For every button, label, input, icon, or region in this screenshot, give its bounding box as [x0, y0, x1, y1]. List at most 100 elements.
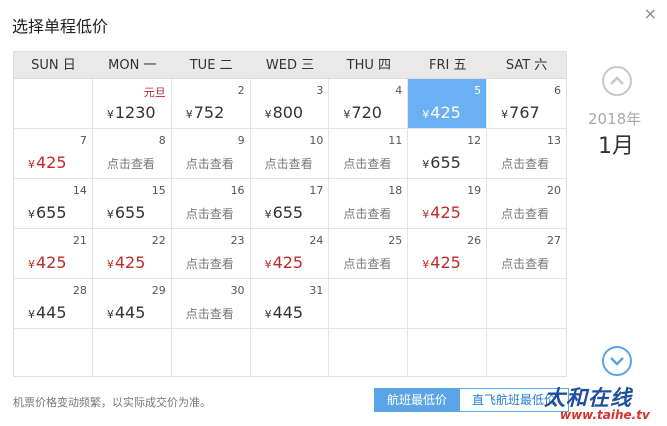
calendar-day-cell[interactable]: 29 ¥445 [92, 279, 172, 329]
calendar-day-cell [408, 279, 488, 329]
check-price-link[interactable]: 点击查看 [501, 255, 549, 272]
calendar-day-cell[interactable]: 13 点击查看 [487, 129, 566, 179]
check-price-link[interactable]: 点击查看 [186, 255, 234, 272]
day-number: 29 [151, 284, 166, 297]
weekday-thu: THU 四 [346, 58, 392, 73]
calendar-day-cell[interactable]: 27 点击查看 [487, 229, 566, 279]
weekday-header: SUN 日 MON 一 TUE 二 WED 三 THU 四 FRI 五 SAT … [14, 52, 566, 79]
day-number: 20 [546, 184, 561, 197]
next-month-button[interactable] [602, 346, 632, 376]
weekday-fri: FRI 五 [428, 58, 467, 73]
day-price: ¥425 [422, 203, 461, 222]
currency-symbol: ¥ [422, 208, 430, 221]
day-price: ¥655 [265, 203, 304, 222]
calendar-day-cell[interactable]: 28 ¥445 [14, 279, 93, 329]
calendar-day-cell[interactable]: 5 ¥425 [408, 79, 488, 129]
calendar-day-cell[interactable]: 26 ¥425 [408, 229, 488, 279]
calendar-day-cell [487, 329, 566, 376]
currency-symbol: ¥ [106, 108, 114, 121]
day-number: 6 [553, 84, 561, 97]
calendar-day-cell[interactable]: 7 ¥425 [14, 129, 93, 179]
check-price-link[interactable]: 点击查看 [501, 205, 549, 222]
day-price: ¥720 [343, 103, 382, 122]
day-number: 25 [388, 234, 403, 247]
calendar-day-cell [14, 79, 93, 129]
day-number: 30 [230, 284, 245, 297]
day-number: 27 [546, 234, 561, 247]
day-number: 26 [467, 234, 482, 247]
currency-symbol: ¥ [264, 108, 272, 121]
calendar-day-cell[interactable]: 30 点击查看 [171, 279, 251, 329]
calendar-day-cell[interactable]: 2 ¥752 [171, 79, 251, 129]
calendar-day-cell[interactable]: 19 ¥425 [408, 179, 488, 229]
check-price-link[interactable]: 点击查看 [107, 155, 155, 172]
weekday-tue: TUE 二 [189, 58, 233, 73]
calendar-day-cell[interactable]: 9 点击查看 [171, 129, 251, 179]
day-number: 23 [230, 234, 245, 247]
calendar-day-cell[interactable]: 24 ¥425 [250, 229, 330, 279]
calendar-day-cell[interactable]: 20 点击查看 [487, 179, 566, 229]
day-number: 22 [151, 234, 166, 247]
day-number: 10 [309, 134, 324, 147]
calendar-day-cell[interactable]: 31 ¥445 [250, 279, 330, 329]
check-price-link[interactable]: 点击查看 [343, 205, 391, 222]
calendar-day-cell [171, 329, 251, 376]
calendar-day-cell[interactable]: 3 ¥800 [250, 79, 330, 129]
calendar-day-cell [487, 279, 566, 329]
calendar-day-cell[interactable]: 22 ¥425 [92, 229, 172, 279]
calendar-day-cell[interactable]: 12 ¥655 [408, 129, 488, 179]
check-price-link[interactable]: 点击查看 [186, 205, 234, 222]
day-price: ¥767 [501, 103, 540, 122]
calendar-day-cell [329, 279, 409, 329]
calendar-day-cell[interactable]: 10 点击查看 [250, 129, 330, 179]
day-price: ¥425 [265, 253, 304, 272]
check-price-link[interactable]: 点击查看 [186, 305, 234, 322]
price-value: 425 [36, 253, 67, 272]
calendar-day-cell[interactable]: 23 点击查看 [171, 229, 251, 279]
calendar-day-cell [408, 329, 488, 376]
price-note: 机票价格变动频繁，以实际成交价为准。 [13, 396, 211, 409]
calendar-day-cell[interactable]: 21 ¥425 [14, 229, 93, 279]
chevron-up-icon [610, 76, 624, 85]
calendar-day-cell[interactable]: 17 ¥655 [250, 179, 330, 229]
day-number: 5 [474, 84, 482, 97]
check-price-link[interactable]: 点击查看 [343, 155, 391, 172]
calendar-day-cell[interactable]: 14 ¥655 [14, 179, 93, 229]
currency-symbol: ¥ [264, 258, 272, 271]
calendar-day-cell[interactable]: 4 ¥720 [329, 79, 409, 129]
check-price-link[interactable]: 点击查看 [501, 155, 549, 172]
day-price: ¥655 [107, 203, 146, 222]
price-value: 425 [36, 153, 67, 172]
prev-month-button[interactable] [602, 66, 632, 96]
calendar-day-cell[interactable]: 25 点击查看 [329, 229, 409, 279]
calendar-day-cell[interactable]: 6 ¥767 [487, 79, 566, 129]
day-price: ¥425 [28, 253, 67, 272]
calendar-day-cell[interactable]: 11 点击查看 [329, 129, 409, 179]
currency-symbol: ¥ [106, 208, 114, 221]
lowest-fare-button[interactable]: 航班最低价 [374, 388, 461, 412]
currency-symbol: ¥ [28, 308, 35, 321]
check-price-link[interactable]: 点击查看 [265, 155, 313, 172]
calendar-day-cell [329, 329, 409, 376]
price-value: 425 [114, 253, 146, 272]
price-value: 425 [430, 253, 461, 272]
day-price: ¥445 [265, 303, 304, 322]
calendar-day-cell[interactable]: 8 点击查看 [92, 129, 172, 179]
currency-symbol: ¥ [343, 108, 351, 121]
currency-symbol: ¥ [28, 258, 35, 271]
weekday-mon: MON 一 [108, 58, 157, 73]
price-value: 425 [430, 103, 461, 122]
calendar-day-cell[interactable]: 16 点击查看 [171, 179, 251, 229]
currency-symbol: ¥ [28, 158, 35, 171]
check-price-link[interactable]: 点击查看 [186, 155, 234, 172]
day-price: ¥800 [265, 103, 304, 122]
day-number: 3 [316, 84, 324, 97]
day-price: ¥425 [422, 103, 461, 122]
close-icon[interactable]: × [644, 4, 657, 23]
calendar-day-cell [14, 329, 93, 376]
calendar-day-cell[interactable]: 15 ¥655 [92, 179, 172, 229]
currency-symbol: ¥ [28, 208, 35, 221]
calendar-day-cell[interactable]: 元旦 ¥1230 [92, 79, 172, 129]
check-price-link[interactable]: 点击查看 [343, 255, 391, 272]
calendar-day-cell[interactable]: 18 点击查看 [329, 179, 409, 229]
